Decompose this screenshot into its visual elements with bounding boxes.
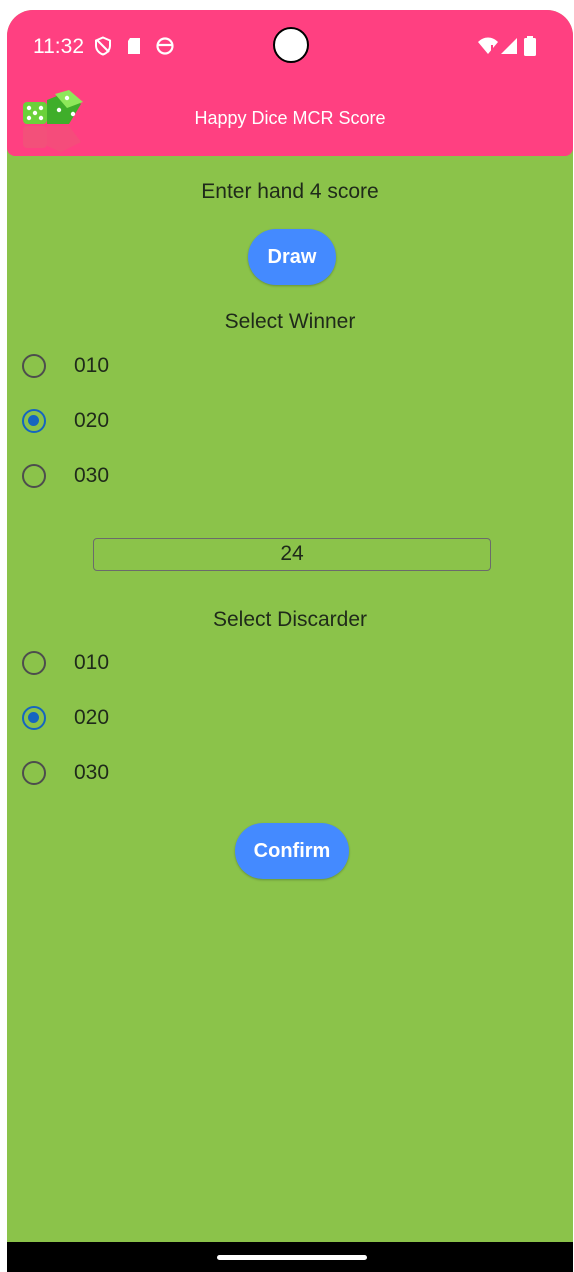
status-time: 11:32 bbox=[33, 35, 84, 58]
app-title: Happy Dice MCR Score bbox=[194, 108, 386, 128]
camera-cutout bbox=[273, 27, 309, 63]
home-indicator[interactable] bbox=[217, 1255, 367, 1260]
navigation-bar bbox=[7, 1242, 573, 1272]
radio-button[interactable] bbox=[22, 354, 46, 378]
radio-label: 020 bbox=[74, 706, 110, 729]
radio-button[interactable] bbox=[22, 464, 46, 488]
battery-icon bbox=[524, 36, 536, 56]
hand-score-heading: Enter hand 4 score bbox=[201, 180, 379, 203]
wifi-icon bbox=[478, 37, 498, 54]
winner-option-030[interactable]: 030 bbox=[7, 452, 573, 500]
radio-label: 010 bbox=[74, 651, 110, 674]
signal-icon bbox=[501, 38, 517, 54]
phone-screen: 11:32 Happy Dice MCR Score Enter hand 4 … bbox=[7, 10, 573, 1272]
radio-button[interactable] bbox=[22, 761, 46, 785]
radio-label: 030 bbox=[74, 761, 110, 784]
select-discarder-heading: Select Discarder bbox=[212, 608, 368, 631]
draw-button[interactable]: Draw bbox=[248, 229, 336, 285]
radio-label: 020 bbox=[74, 409, 110, 432]
app-header: 11:32 Happy Dice MCR Score bbox=[7, 10, 573, 156]
score-input[interactable]: 24 bbox=[93, 538, 491, 571]
radio-button[interactable] bbox=[22, 651, 46, 675]
radio-button[interactable] bbox=[22, 409, 46, 433]
winner-option-010[interactable]: 010 bbox=[7, 342, 573, 390]
sd-card-icon bbox=[128, 38, 140, 54]
radio-label: 010 bbox=[74, 354, 110, 377]
discarder-option-030[interactable]: 030 bbox=[7, 749, 573, 797]
discarder-option-010[interactable]: 010 bbox=[7, 639, 573, 687]
smiley-icon bbox=[156, 37, 174, 55]
winner-option-020[interactable]: 020 bbox=[7, 397, 573, 445]
radio-label: 030 bbox=[74, 464, 110, 487]
select-winner-heading: Select Winner bbox=[224, 310, 356, 333]
confirm-button[interactable]: Confirm bbox=[235, 823, 349, 879]
radio-button[interactable] bbox=[22, 706, 46, 730]
discarder-option-020[interactable]: 020 bbox=[7, 694, 573, 742]
shield-icon bbox=[95, 36, 111, 56]
